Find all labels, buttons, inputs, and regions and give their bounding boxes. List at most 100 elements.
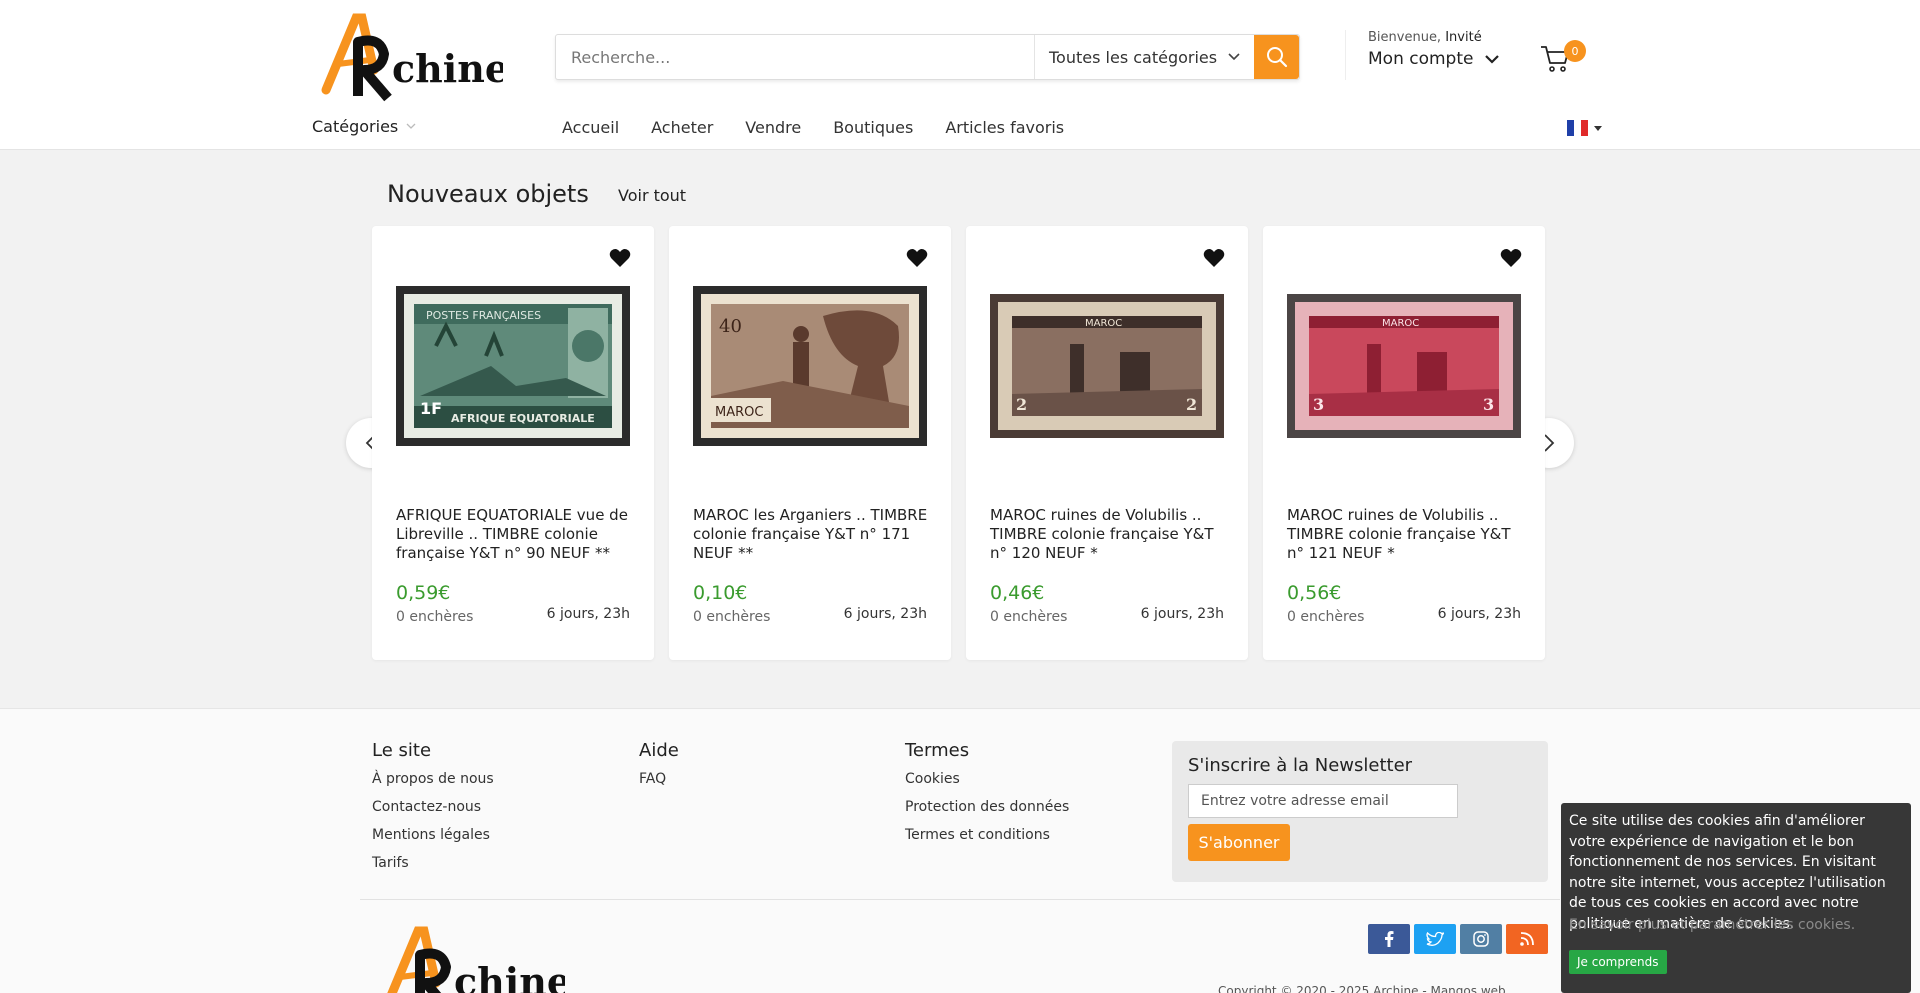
nav-link-acheter[interactable]: Acheter xyxy=(651,118,713,137)
footer-heading: Le site xyxy=(372,740,432,761)
product-time-left: 6 jours, 23h xyxy=(546,606,630,622)
product-bids: 0 enchères xyxy=(693,609,771,625)
svg-text:AFRIQUE EQUATORIALE: AFRIQUE EQUATORIALE xyxy=(451,412,595,425)
footer-column-terms: Termes Cookies Protection des données Te… xyxy=(905,740,1069,855)
cookie-more-link[interactable]: En savoir plus et paramétrer les cookies… xyxy=(1569,915,1909,935)
svg-text:2: 2 xyxy=(1186,395,1197,414)
svg-text:chine: chine xyxy=(392,46,503,91)
product-image[interactable]: MAROC 2 2 xyxy=(990,294,1224,438)
svg-text:40: 40 xyxy=(719,316,742,337)
svg-text:MAROC: MAROC xyxy=(1085,318,1122,329)
category-select[interactable]: Toutes les catégories xyxy=(1034,35,1254,79)
categories-menu[interactable]: Catégories xyxy=(312,117,416,136)
newsletter-box: S'inscrire à la Newsletter S'abonner xyxy=(1172,741,1548,882)
product-title[interactable]: MAROC les Arganiers .. TIMBRE colonie fr… xyxy=(693,506,933,563)
caret-down-icon xyxy=(1594,125,1602,131)
cart-count-badge: 0 xyxy=(1564,40,1586,62)
product-title[interactable]: MAROC ruines de Volubilis .. TIMBRE colo… xyxy=(990,506,1230,563)
search-input[interactable] xyxy=(556,35,1034,79)
rss-button[interactable] xyxy=(1506,924,1548,954)
heart-icon[interactable] xyxy=(1202,246,1226,270)
footer-link-about[interactable]: À propos de nous xyxy=(372,771,494,789)
chevron-down-icon xyxy=(1485,54,1500,64)
heart-icon[interactable] xyxy=(608,246,632,270)
cookie-accept-button[interactable]: Je comprends xyxy=(1569,950,1667,974)
footer-column-help: Aide FAQ xyxy=(639,740,679,799)
svg-text:POSTES FRANÇAISES: POSTES FRANÇAISES xyxy=(426,309,541,322)
footer-link-contact[interactable]: Contactez-nous xyxy=(372,799,494,817)
archine-logo[interactable]: chine xyxy=(318,12,503,102)
account-label: Mon compte xyxy=(1368,49,1474,69)
product-image[interactable]: 40 MAROC xyxy=(693,286,927,446)
product-title[interactable]: AFRIQUE EQUATORIALE vue de Libreville ..… xyxy=(396,506,636,563)
svg-text:MAROC: MAROC xyxy=(715,405,763,420)
french-flag-icon xyxy=(1567,120,1588,136)
chevron-down-icon xyxy=(406,123,416,129)
site-header: chine Toutes les catégories Bienvenue, I… xyxy=(0,0,1920,150)
product-price: 0,56€ xyxy=(1287,582,1342,604)
product-price: 0,10€ xyxy=(693,582,748,604)
footer-column-site: Le site À propos de nous Contactez-nous … xyxy=(372,740,494,883)
svg-text:2: 2 xyxy=(1016,395,1027,414)
heart-icon[interactable] xyxy=(1499,246,1523,270)
product-card[interactable]: 40 MAROC MAROC les Arganiers .. TIMBRE c… xyxy=(669,226,951,660)
footer-logo[interactable]: chine xyxy=(380,925,565,993)
product-card[interactable]: MAROC 2 2 MAROC ruines de Volubilis .. T… xyxy=(966,226,1248,660)
cart-button[interactable]: 0 xyxy=(1540,40,1590,76)
product-card[interactable]: POSTES FRANÇAISES AFRIQUE EQUATORIALE 1F… xyxy=(372,226,654,660)
product-time-left: 6 jours, 23h xyxy=(1140,606,1224,622)
svg-text:3: 3 xyxy=(1313,395,1324,414)
footer-link-legal[interactable]: Mentions légales xyxy=(372,827,494,845)
newsletter-email-field[interactable] xyxy=(1188,784,1458,818)
main-nav: Accueil Acheter Vendre Boutiques Article… xyxy=(562,118,1064,137)
footer-link-faq[interactable]: FAQ xyxy=(639,771,679,789)
svg-text:1F: 1F xyxy=(420,399,442,418)
product-image[interactable]: POSTES FRANÇAISES AFRIQUE EQUATORIALE 1F xyxy=(396,286,630,446)
newsletter-title: S'inscrire à la Newsletter xyxy=(1188,755,1413,776)
footer-heading: Termes xyxy=(905,740,970,761)
nav-link-boutiques[interactable]: Boutiques xyxy=(833,118,913,137)
product-time-left: 6 jours, 23h xyxy=(843,606,927,622)
account-dropdown[interactable]: Mon compte xyxy=(1368,49,1515,69)
footer-heading: Aide xyxy=(639,740,679,761)
instagram-icon xyxy=(1473,931,1489,947)
nav-link-vendre[interactable]: Vendre xyxy=(745,118,801,137)
svg-text:3: 3 xyxy=(1483,395,1494,414)
facebook-icon xyxy=(1385,931,1394,947)
footer-link-pricing[interactable]: Tarifs xyxy=(372,855,494,873)
instagram-button[interactable] xyxy=(1460,924,1502,954)
copyright-text: Copyright © 2020 - 2025 Archine - Mangos… xyxy=(1218,984,1510,993)
product-bids: 0 enchères xyxy=(396,609,474,625)
chevron-down-icon xyxy=(1228,53,1240,61)
search-button[interactable] xyxy=(1254,35,1299,79)
section-title: Nouveaux objets xyxy=(387,180,589,208)
social-links xyxy=(1368,924,1548,954)
nav-link-favoris[interactable]: Articles favoris xyxy=(945,118,1064,137)
product-price: 0,46€ xyxy=(990,582,1045,604)
language-selector[interactable] xyxy=(1567,120,1602,136)
search-bar: Toutes les catégories xyxy=(555,34,1300,80)
product-card[interactable]: MAROC 3 3 MAROC ruines de Volubilis .. T… xyxy=(1263,226,1545,660)
footer-link-cookies[interactable]: Cookies xyxy=(905,771,1069,789)
footer-divider xyxy=(360,899,1560,900)
heart-icon[interactable] xyxy=(905,246,929,270)
svg-text:chine: chine xyxy=(454,959,565,993)
search-icon xyxy=(1266,47,1287,68)
rss-icon xyxy=(1520,932,1534,946)
nav-link-accueil[interactable]: Accueil xyxy=(562,118,619,137)
categories-label: Catégories xyxy=(312,117,399,136)
product-bids: 0 enchères xyxy=(1287,609,1365,625)
facebook-button[interactable] xyxy=(1368,924,1410,954)
subscribe-button[interactable]: S'abonner xyxy=(1188,824,1290,861)
product-title[interactable]: MAROC ruines de Volubilis .. TIMBRE colo… xyxy=(1287,506,1527,563)
footer-link-privacy[interactable]: Protection des données xyxy=(905,799,1069,817)
product-image[interactable]: MAROC 3 3 xyxy=(1287,294,1521,438)
svg-text:MAROC: MAROC xyxy=(1382,318,1419,329)
footer-link-terms[interactable]: Termes et conditions xyxy=(905,827,1069,845)
see-all-link[interactable]: Voir tout xyxy=(618,186,686,205)
twitter-icon xyxy=(1426,931,1444,946)
twitter-button[interactable] xyxy=(1414,924,1456,954)
welcome-text: Bienvenue, Invité xyxy=(1368,30,1482,45)
account-menu[interactable]: Bienvenue, Invité Mon compte xyxy=(1345,30,1515,80)
category-select-label: Toutes les catégories xyxy=(1049,47,1218,67)
